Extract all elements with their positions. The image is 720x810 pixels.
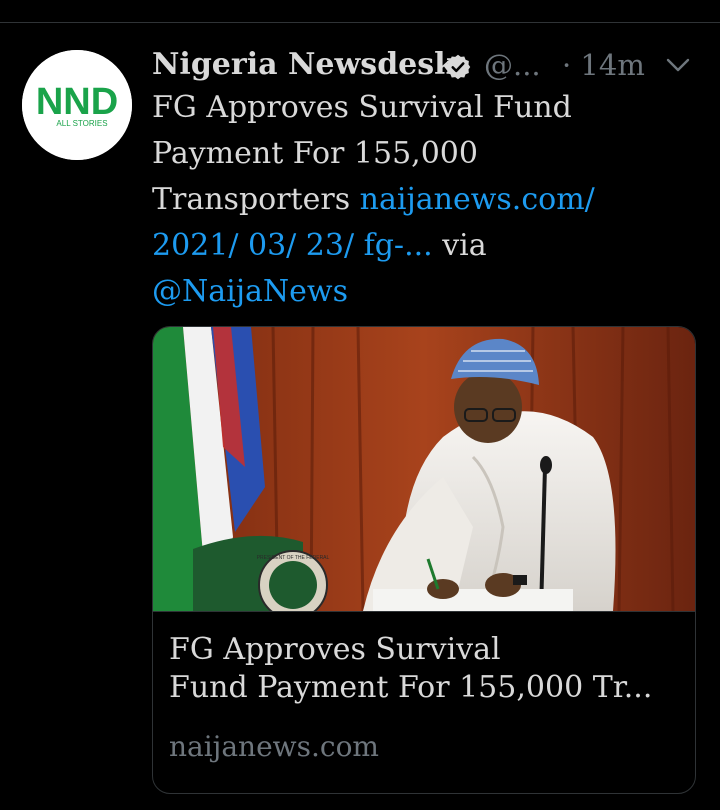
card-title-line1: FG Approves Survival xyxy=(169,632,501,667)
mention-link[interactable]: @NaijaNews xyxy=(152,274,348,309)
tweet-via: via xyxy=(432,228,487,263)
link-card[interactable]: PRESIDENT OF THE FEDERAL FG Approves Sur… xyxy=(152,326,696,794)
card-title[interactable]: FG Approves Survival Fund Payment For 15… xyxy=(169,631,679,707)
tweet-header: Nigeria Newsdesk @... · 14m xyxy=(152,45,702,89)
card-domain: naijanews.com xyxy=(169,730,379,763)
chevron-down-icon[interactable] xyxy=(664,53,692,77)
tweet[interactable]: NND ALL STORIES Nigeria Newsdesk @... · … xyxy=(0,23,720,810)
handle[interactable]: @... xyxy=(484,45,541,85)
card-divider xyxy=(153,611,695,612)
logo-text: NND xyxy=(36,81,118,123)
nnd-logo-icon: NND ALL STORIES xyxy=(22,50,132,160)
card-image[interactable]: PRESIDENT OF THE FEDERAL xyxy=(153,327,695,611)
display-name[interactable]: Nigeria Newsdesk xyxy=(152,45,455,85)
seal-text: PRESIDENT OF THE FEDERAL xyxy=(257,555,330,561)
avatar[interactable]: NND ALL STORIES xyxy=(22,50,132,160)
logo-subtext: ALL STORIES xyxy=(56,119,107,128)
verified-badge-icon xyxy=(445,54,471,80)
tweet-text: FG Approves Survival Fund Payment For 15… xyxy=(152,85,672,315)
card-title-line2: Fund Payment For 155,000 Tr... xyxy=(169,670,653,705)
timestamp[interactable]: · 14m xyxy=(562,45,645,85)
